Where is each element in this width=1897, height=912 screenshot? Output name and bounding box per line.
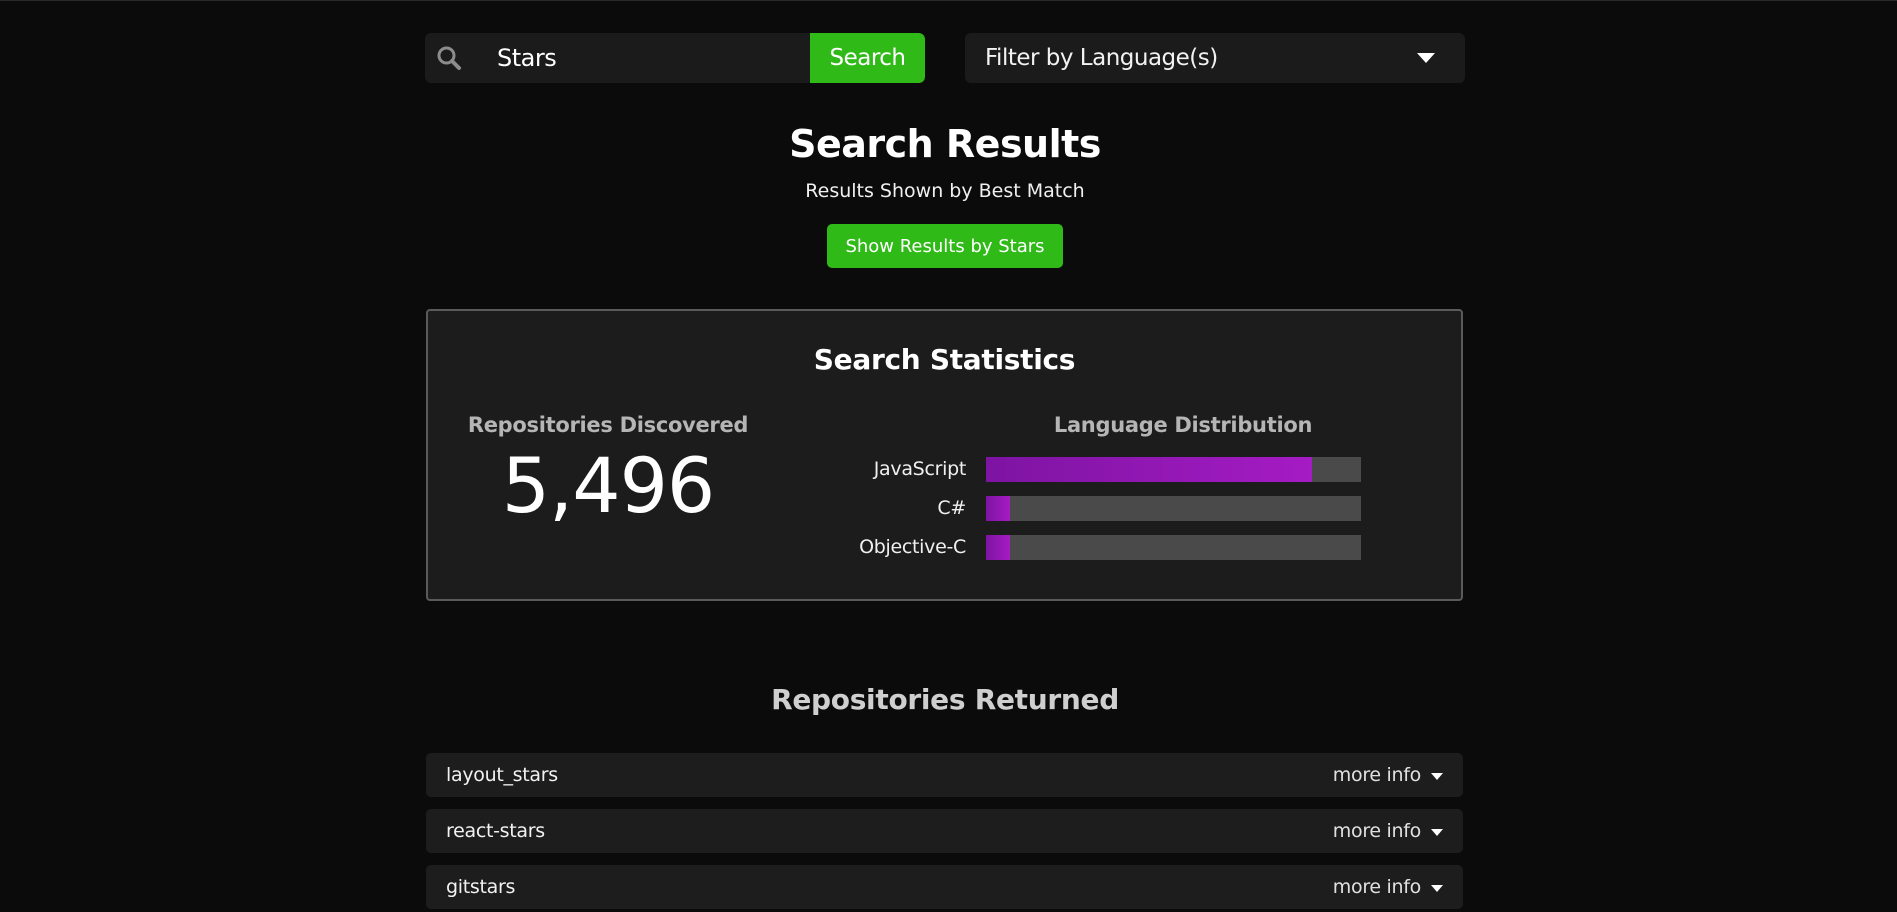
repo-name: layout_stars bbox=[446, 764, 558, 786]
list-item: layout_stars more info bbox=[426, 753, 1463, 797]
more-info-label: more info bbox=[1332, 820, 1422, 842]
repositories-discovered-label: Repositories Discovered bbox=[467, 413, 749, 437]
language-name: JavaScript bbox=[873, 458, 967, 480]
language-bar-fill bbox=[986, 496, 1011, 521]
list-item: react-stars more info bbox=[426, 809, 1463, 853]
language-bar-fill bbox=[986, 535, 1011, 560]
sort-status-text: Results Shown by Best Match bbox=[805, 180, 1085, 202]
search-icon bbox=[425, 33, 473, 83]
language-name: Objective-C bbox=[859, 536, 966, 558]
language-name: C# bbox=[937, 497, 966, 519]
language-bar-track bbox=[986, 535, 1361, 560]
more-info-label: more info bbox=[1332, 764, 1422, 786]
repo-name: react-stars bbox=[446, 820, 545, 842]
language-row: C# bbox=[848, 496, 1408, 522]
language-bar-track bbox=[986, 457, 1361, 482]
search-input[interactable] bbox=[473, 33, 810, 83]
language-filter-label: Filter by Language(s) bbox=[985, 45, 1218, 71]
chevron-down-icon bbox=[1417, 53, 1435, 63]
repositories-discovered-count: 5,496 bbox=[501, 441, 716, 530]
repositories-returned-title: Repositories Returned bbox=[771, 683, 1119, 716]
more-info-toggle[interactable]: more info bbox=[1333, 820, 1443, 842]
top-border bbox=[0, 0, 1897, 1]
chevron-down-icon bbox=[1431, 773, 1443, 780]
language-filter-dropdown[interactable]: Filter by Language(s) bbox=[965, 33, 1465, 83]
statistics-title: Search Statistics bbox=[813, 343, 1076, 376]
more-info-toggle[interactable]: more info bbox=[1333, 764, 1443, 786]
language-bar-track bbox=[986, 496, 1361, 521]
chevron-down-icon bbox=[1431, 885, 1443, 892]
language-distribution-title: Language Distribution bbox=[1053, 413, 1313, 437]
search-button[interactable]: Search bbox=[810, 33, 925, 83]
language-row: Objective-C bbox=[848, 535, 1408, 561]
search-bar: Search bbox=[425, 33, 925, 83]
repo-name: gitstars bbox=[446, 876, 516, 898]
show-results-by-stars-button[interactable]: Show Results by Stars bbox=[827, 224, 1063, 268]
language-row: JavaScript bbox=[848, 457, 1408, 483]
list-item: gitstars more info bbox=[426, 865, 1463, 909]
repositories-discovered-block: Repositories Discovered 5,496 bbox=[448, 413, 768, 530]
search-statistics-panel: Search Statistics Repositories Discovere… bbox=[426, 309, 1463, 601]
more-info-label: more info bbox=[1332, 876, 1422, 898]
page-title: Search Results bbox=[789, 122, 1101, 166]
more-info-toggle[interactable]: more info bbox=[1333, 876, 1443, 898]
chevron-down-icon bbox=[1431, 829, 1443, 836]
language-bar-fill bbox=[986, 457, 1313, 482]
